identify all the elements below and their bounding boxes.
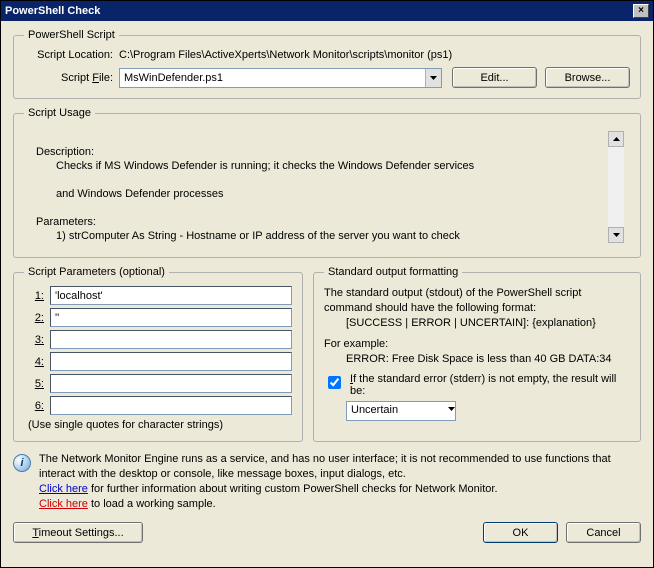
- param-label-5: 5:: [24, 378, 50, 390]
- timeout-settings-button[interactable]: Timeout Settings...: [13, 522, 143, 543]
- window-title: PowerShell Check: [5, 5, 100, 17]
- param-input-2[interactable]: [50, 308, 292, 327]
- usage-scrollbar[interactable]: [608, 131, 624, 243]
- stdout-desc: The standard output (stdout) of the Powe…: [324, 286, 630, 331]
- param-label-6: 6:: [24, 400, 50, 412]
- scroll-up-icon[interactable]: [608, 131, 624, 147]
- stdout-formatting-group: Standard output formatting The standard …: [313, 266, 641, 442]
- param-input-3[interactable]: [50, 330, 292, 349]
- stderr-checkbox[interactable]: [328, 376, 341, 389]
- stderr-result-select[interactable]: Uncertain: [346, 401, 456, 421]
- client-area: PowerShell Script Script Location: C:\Pr…: [1, 21, 653, 567]
- param-input-6[interactable]: [50, 396, 292, 415]
- info-section: i The Network Monitor Engine runs as a s…: [13, 452, 641, 512]
- bottom-bar: Timeout Settings... OK Cancel: [13, 522, 641, 543]
- info-icon: i: [13, 454, 31, 472]
- params-hint: (Use single quotes for character strings…: [24, 419, 292, 431]
- ok-button[interactable]: OK: [483, 522, 558, 543]
- info-link-docs[interactable]: Click here: [39, 483, 88, 495]
- group-legend: Script Usage: [24, 107, 95, 119]
- usage-box: Description: Checks if MS Windows Defend…: [24, 127, 630, 247]
- script-file-label: Script File:: [24, 72, 119, 84]
- edit-button[interactable]: Edit...: [452, 67, 537, 88]
- script-location-value: C:\Program Files\ActiveXperts\Network Mo…: [119, 49, 630, 61]
- scroll-down-icon[interactable]: [608, 227, 624, 243]
- titlebar: PowerShell Check ×: [1, 1, 653, 21]
- group-legend: Standard output formatting: [324, 266, 462, 278]
- chevron-down-icon[interactable]: [448, 402, 455, 420]
- param-label-2: 2:: [24, 312, 50, 324]
- param-input-5[interactable]: [50, 374, 292, 393]
- close-icon[interactable]: ×: [633, 4, 649, 18]
- info-link-sample[interactable]: Click here: [39, 498, 88, 510]
- powershell-script-group: PowerShell Script Script Location: C:\Pr…: [13, 29, 641, 99]
- param-input-4[interactable]: [50, 352, 292, 371]
- param-input-1[interactable]: [50, 286, 292, 305]
- script-location-label: Script Location:: [24, 49, 119, 61]
- stdout-example: For example: ERROR: Free Disk Space is l…: [324, 337, 630, 367]
- info-text: The Network Monitor Engine runs as a ser…: [39, 452, 641, 512]
- stderr-result-value: Uncertain: [347, 402, 448, 420]
- script-file-input[interactable]: [120, 69, 425, 87]
- param-label-3: 3:: [24, 334, 50, 346]
- chevron-down-icon[interactable]: [425, 69, 441, 87]
- script-parameters-group: Script Parameters (optional) 1: 2: 3: 4:…: [13, 266, 303, 442]
- script-file-combo[interactable]: [119, 68, 442, 88]
- group-legend: PowerShell Script: [24, 29, 119, 41]
- param-label-1: 1:: [24, 290, 50, 302]
- browse-button[interactable]: Browse...: [545, 67, 630, 88]
- stderr-checkbox-row: If the standard error (stderr) is not em…: [324, 373, 630, 397]
- param-label-4: 4:: [24, 356, 50, 368]
- stderr-checkbox-label: If the standard error (stderr) is not em…: [350, 373, 630, 397]
- scroll-track[interactable]: [608, 147, 624, 227]
- usage-text: Description: Checks if MS Windows Defend…: [36, 131, 604, 243]
- dialog-window: PowerShell Check × PowerShell Script Scr…: [0, 0, 654, 568]
- group-legend: Script Parameters (optional): [24, 266, 169, 278]
- cancel-button[interactable]: Cancel: [566, 522, 641, 543]
- script-usage-group: Script Usage Description: Checks if MS W…: [13, 107, 641, 258]
